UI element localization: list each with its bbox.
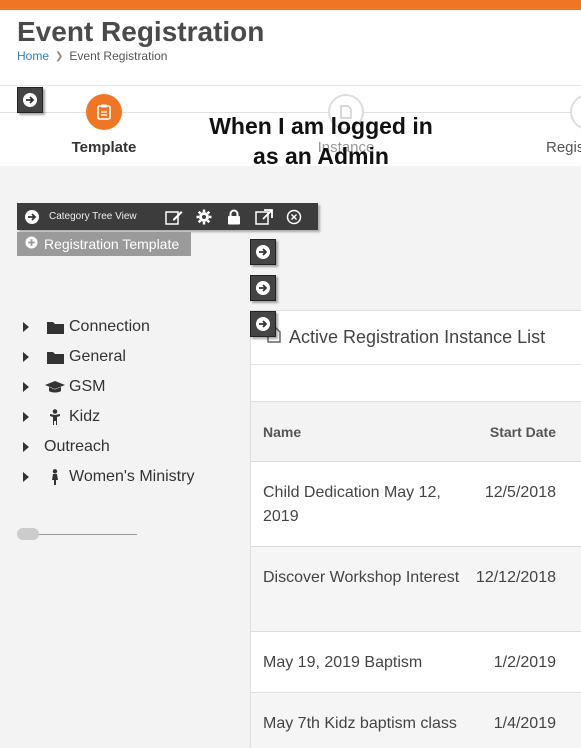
table-header: Name Start Date [251,402,581,462]
toolbar-block-label: Category Tree View [49,211,137,222]
lock-icon[interactable] [219,203,249,230]
add-registration-template-label: Registration Template [44,236,180,252]
row-name: May 19, 2019 Baptism [263,654,423,671]
slider-knob[interactable] [17,528,39,540]
clipboard-icon [86,94,122,130]
page-header: Event Registration Home ❯ Event Registra… [0,10,581,86]
admin-block-toolbar: Category Tree View [17,203,318,230]
instance-list-panel: Active Registration Instance List Name S… [250,310,581,748]
arrow-circle-right-icon[interactable] [250,311,276,337]
add-registration-template-button[interactable]: Registration Template [17,232,191,256]
folder-icon [44,351,66,364]
tree-item-label: Kidz [69,408,101,425]
tree-item-womens-ministry[interactable]: Women's Ministry [20,462,250,492]
child-icon [44,409,66,425]
caret-right-icon[interactable] [20,442,32,452]
tree-item-outreach[interactable]: Outreach [20,432,250,462]
tree-item-label: GSM [69,378,106,395]
folder-icon [44,321,66,334]
row-name: May 7th Kidz baptism class [263,715,457,732]
annotation-line-2: as an Admin [253,143,389,169]
users-icon [570,94,581,130]
edit-icon[interactable] [159,203,189,230]
table-row[interactable]: May 7th Kidz baptism class 1/4/2019 [251,693,581,748]
step-template[interactable]: Template [64,94,144,156]
row-start-date: 1/4/2019 [493,715,556,732]
table-row[interactable]: Child Dedication May 12, 2019 12/5/2018 [251,462,581,547]
graduation-cap-icon [44,380,66,394]
row-start-date: 1/2/2019 [493,654,556,671]
step-template-label: Template [71,139,137,156]
tree-item-label: General [69,348,126,365]
chevron-right-icon: ❯ [55,50,64,62]
tree-item-label: Women's Ministry [69,468,195,485]
table-row[interactable]: Discover Workshop Interest 12/12/2018 [251,547,581,632]
plus-circle-icon [25,236,38,252]
caret-right-icon[interactable] [20,382,32,392]
arrow-circle-right-icon[interactable] [21,206,43,228]
row-start-date: 12/12/2018 [475,569,556,586]
grid-filter-bar [251,365,581,402]
breadcrumb: Home ❯ Event Registration [17,49,167,63]
gear-icon[interactable] [189,203,219,230]
caret-right-icon[interactable] [20,412,32,422]
row-name: Discover Workshop Interest [263,569,460,586]
tree-item-label: Outreach [44,438,110,455]
close-circle-icon[interactable] [279,203,309,230]
female-icon [44,469,66,485]
annotation-note: When I am logged in as an Admin [181,111,461,171]
column-header-name[interactable]: Name [251,424,461,440]
tree-item-label: Connection [69,318,150,335]
instance-list-title: Active Registration Instance List [289,327,546,347]
tree-resize-slider[interactable] [17,528,137,540]
page-title: Event Registration [17,16,265,47]
breadcrumb-current: Event Registration [69,49,168,63]
instance-list-header: Active Registration Instance List [251,311,581,365]
tree-item-general[interactable]: General [20,342,250,372]
column-header-start-date[interactable]: Start Date [461,424,556,440]
arrow-circle-right-icon[interactable] [250,275,276,301]
arrow-circle-right-icon[interactable] [17,87,43,113]
caret-right-icon[interactable] [20,472,32,482]
table-row[interactable]: May 19, 2019 Baptism 1/2/2019 [251,632,581,693]
caret-right-icon[interactable] [20,322,32,332]
external-link-icon[interactable] [249,203,279,230]
step-registrations-label: Regis [546,139,581,156]
arrow-circle-right-icon[interactable] [250,239,276,265]
row-name: Child Dedication May 12, 2019 [263,484,441,525]
tree-item-connection[interactable]: Connection [20,312,250,342]
breadcrumb-home-link[interactable]: Home [17,49,49,63]
annotation-line-1: When I am logged in [209,113,433,139]
tree-item-gsm[interactable]: GSM [20,372,250,402]
tree-item-kidz[interactable]: Kidz [20,402,250,432]
step-registrations[interactable]: Regis [540,94,581,156]
category-tree: Connection General GSM Kidz Outreach Wom… [20,312,250,492]
row-start-date: 12/5/2018 [484,484,556,501]
top-accent-bar [0,0,581,10]
caret-right-icon[interactable] [20,352,32,362]
